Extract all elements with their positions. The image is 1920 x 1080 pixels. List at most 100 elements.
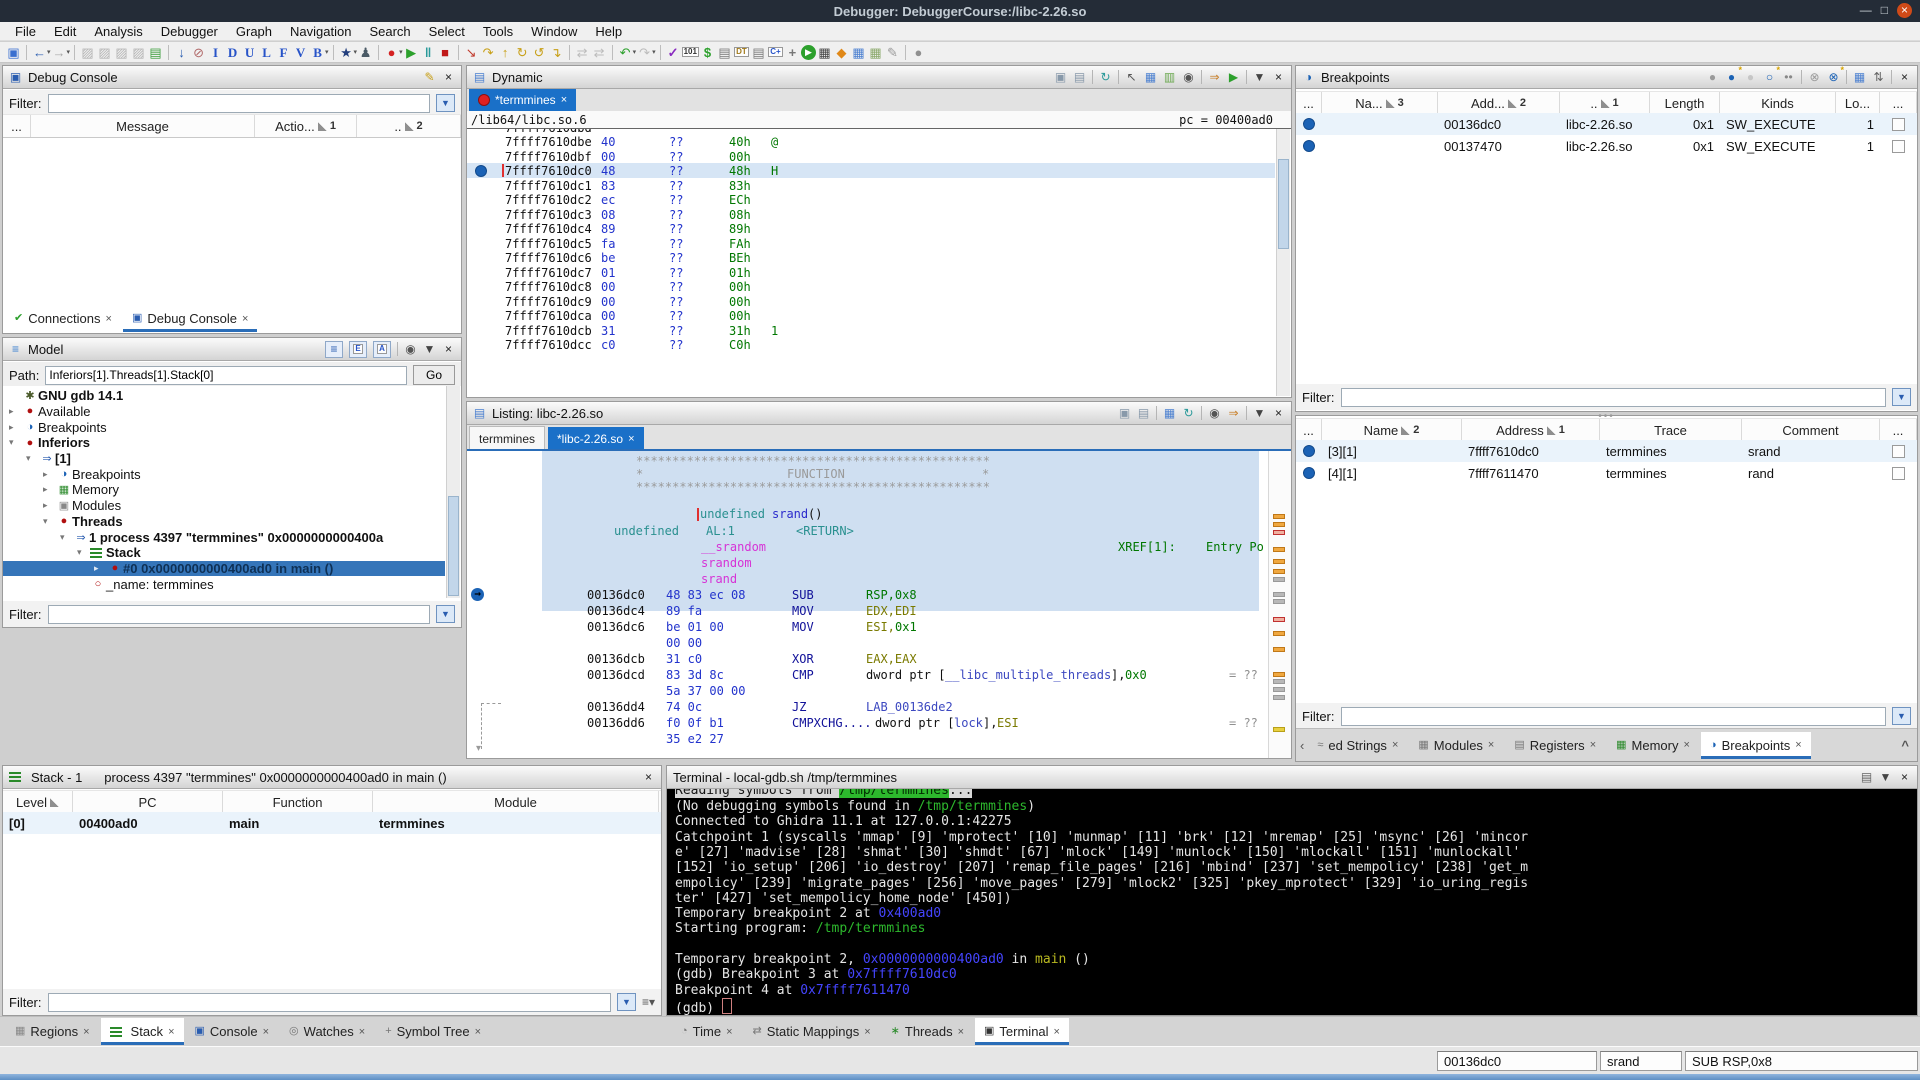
- table-row[interactable]: 00136dc0 libc-2.26.so 0x1 SW_EXECUTE 1: [1296, 113, 1917, 135]
- pulldown-icon[interactable]: ↓: [173, 44, 190, 61]
- listing-line[interactable]: srand: [467, 572, 1291, 587]
- back-icon[interactable]: ←: [31, 44, 48, 61]
- copy-icon[interactable]: ▣: [1054, 71, 1067, 83]
- clear-breakpoint-icon[interactable]: ⊗: [1808, 71, 1821, 83]
- debug-launch-icon[interactable]: ★: [338, 44, 355, 61]
- listing-line[interactable]: 00 00: [467, 636, 1291, 651]
- breakpoint-enabled-icon[interactable]: [1303, 118, 1315, 130]
- menu-tools[interactable]: Tools: [474, 22, 522, 41]
- close-tab-icon[interactable]: ×: [561, 94, 567, 106]
- hex-row[interactable]: 7ffff7610dc7 01?? 01h: [467, 266, 1275, 280]
- step-back-icon[interactable]: ↺: [531, 44, 548, 61]
- row-checkbox[interactable]: [1892, 139, 1905, 153]
- filter-options-icon[interactable]: ▼: [436, 605, 455, 623]
- show-attributes-icon[interactable]: A: [373, 340, 391, 358]
- tree-node-breakpoints[interactable]: ▸ ◑ Breakpoints: [3, 467, 445, 483]
- column-header-pc[interactable]: PC: [73, 791, 223, 813]
- column-header-[interactable]: ...: [1880, 92, 1917, 114]
- record-icon[interactable]: ●: [383, 44, 400, 61]
- redo-icon[interactable]: ↷: [636, 44, 653, 61]
- tree-node-stack[interactable]: ▾ Stack: [3, 545, 445, 561]
- breakpoints-filter-input[interactable]: [1340, 387, 1886, 407]
- table-row[interactable]: 00137470 libc-2.26.so 0x1 SW_EXECUTE 1: [1296, 135, 1917, 157]
- listing-line[interactable]: srandom: [467, 556, 1291, 571]
- menu-select[interactable]: Select: [420, 22, 474, 41]
- menu-window[interactable]: Window: [522, 22, 586, 41]
- step-over-icon[interactable]: ↷: [480, 44, 497, 61]
- listing-line[interactable]: undefined srand(): [467, 507, 1291, 522]
- enable-all-breakpoints-icon[interactable]: ● *: [1725, 66, 1742, 84]
- column-header-comment[interactable]: Comment: [1742, 419, 1880, 441]
- hex-row[interactable]: 7ffff7610dcc c0?? C0h: [467, 338, 1275, 352]
- filter-options-icon[interactable]: ▼: [436, 94, 455, 112]
- tree-node-modules[interactable]: ▸ ▣ Modules: [3, 498, 445, 514]
- row-checkbox[interactable]: [1892, 117, 1905, 131]
- tab-time[interactable]: ◔ Time ×: [672, 1018, 742, 1045]
- tree-node-memory[interactable]: ▸ ▦ Memory: [3, 482, 445, 498]
- listing-line[interactable]: ****************************************…: [467, 480, 1291, 495]
- column-header-message[interactable]: Message: [31, 115, 255, 137]
- hex-row[interactable]: 7ffff7610dc0 48?? 48h H: [467, 164, 1275, 178]
- show-elements-icon[interactable]: E: [349, 340, 367, 358]
- validate-icon[interactable]: ✓: [665, 44, 682, 61]
- column-header-[interactable]: ...: [1296, 419, 1322, 441]
- make-selection-icon[interactable]: ▦: [1853, 71, 1866, 83]
- close-tab-icon[interactable]: ×: [359, 1026, 365, 1038]
- hex-row[interactable]: 7ffff7610dbe 40?? 40h @: [467, 135, 1275, 149]
- hex-row[interactable]: 7ffff7610dc2 ec?? ECh: [467, 193, 1275, 207]
- locations-filter-input[interactable]: [1340, 706, 1886, 726]
- listing-line[interactable]: 00136dcb 31 c0 XOR EAX,EAX: [467, 652, 1291, 667]
- filter-options-icon[interactable]: ▼: [1892, 388, 1911, 406]
- tab-console[interactable]: ▣ Console ×: [186, 1018, 279, 1045]
- tree-node-available[interactable]: ▸ ● Available: [3, 404, 445, 420]
- column-header-kinds[interactable]: Kinds: [1720, 92, 1836, 114]
- attach-icon[interactable]: ♟: [357, 44, 374, 61]
- table-icon[interactable]: ▦: [1163, 407, 1176, 419]
- menu-file[interactable]: File: [6, 22, 45, 41]
- hex-row[interactable]: 7ffff7610dca 00?? 00h: [467, 309, 1275, 323]
- tree-node-inferiors[interactable]: ▾ ● Inferiors: [3, 435, 445, 451]
- close-tab-icon[interactable]: ×: [1488, 739, 1494, 751]
- patch-icon[interactable]: ▤: [147, 44, 164, 61]
- close-icon[interactable]: ×: [442, 343, 455, 355]
- maximize-button[interactable]: □: [1881, 3, 1888, 18]
- interrupt-icon[interactable]: ‖: [420, 44, 437, 61]
- paste-icon[interactable]: ▤: [1137, 407, 1150, 419]
- row-checkbox[interactable]: [1892, 444, 1905, 458]
- undo-icon[interactable]: ↶: [617, 44, 634, 61]
- listing-line[interactable]: 00136dd4 74 0c JZ LAB_00136de2: [467, 700, 1291, 715]
- column-header-[interactable]: .. 1: [1560, 92, 1650, 114]
- listing-line[interactable]: 35 e2 27: [467, 732, 1291, 747]
- column-header-trace[interactable]: Trace: [1600, 419, 1742, 441]
- tab-stack[interactable]: Stack ×: [100, 1018, 184, 1045]
- tab-termmines[interactable]: termmines: [469, 426, 546, 450]
- hex-row[interactable]: 7ffff7610dc3 08?? 08h: [467, 208, 1275, 222]
- cpp-icon[interactable]: C+: [767, 44, 784, 61]
- table-row[interactable]: [3][1] 7ffff7610dc0 termmines srand: [1296, 440, 1917, 462]
- toggle-breakpoints-icon[interactable]: ••: [1782, 71, 1795, 83]
- menu-search[interactable]: Search: [360, 22, 419, 41]
- tab-debug-console[interactable]: ▣ Debug Console ×: [122, 305, 258, 332]
- menu-chevron-icon[interactable]: ▼: [1253, 407, 1266, 419]
- model-scrollbar[interactable]: [446, 386, 460, 598]
- close-tab-icon[interactable]: ×: [1683, 739, 1689, 751]
- hex-row[interactable]: 7ffff7610dc5 fa?? FAh: [467, 237, 1275, 251]
- close-tab-icon[interactable]: ×: [1590, 739, 1596, 751]
- close-tab-icon[interactable]: ×: [106, 313, 112, 325]
- breakpoint-enabled-icon[interactable]: [1303, 445, 1315, 457]
- menu-chevron-icon[interactable]: ▼: [1253, 71, 1266, 83]
- column-header-level[interactable]: Level: [3, 791, 73, 813]
- refresh-icon[interactable]: ↻: [1182, 407, 1195, 419]
- listing-line[interactable]: 00136dcd 83 3d 8c CMP dword ptr [__libc_mul…: [467, 668, 1291, 683]
- money-icon[interactable]: $: [699, 44, 716, 61]
- paste-disabled-icon-2[interactable]: ▨: [96, 44, 113, 61]
- menu-edit[interactable]: Edit: [45, 22, 85, 41]
- close-tab-icon[interactable]: ×: [1054, 1026, 1060, 1038]
- tab-connections[interactable]: ✔ Connections ×: [5, 305, 121, 332]
- close-tab-icon[interactable]: ×: [1795, 739, 1801, 751]
- annotate-i-icon[interactable]: I: [207, 44, 224, 61]
- kill-icon[interactable]: ■: [437, 44, 454, 61]
- column-header-[interactable]: .. 2: [357, 115, 461, 137]
- step-last-icon[interactable]: ↻: [514, 44, 531, 61]
- column-header-actio[interactable]: Actio... 1: [255, 115, 357, 137]
